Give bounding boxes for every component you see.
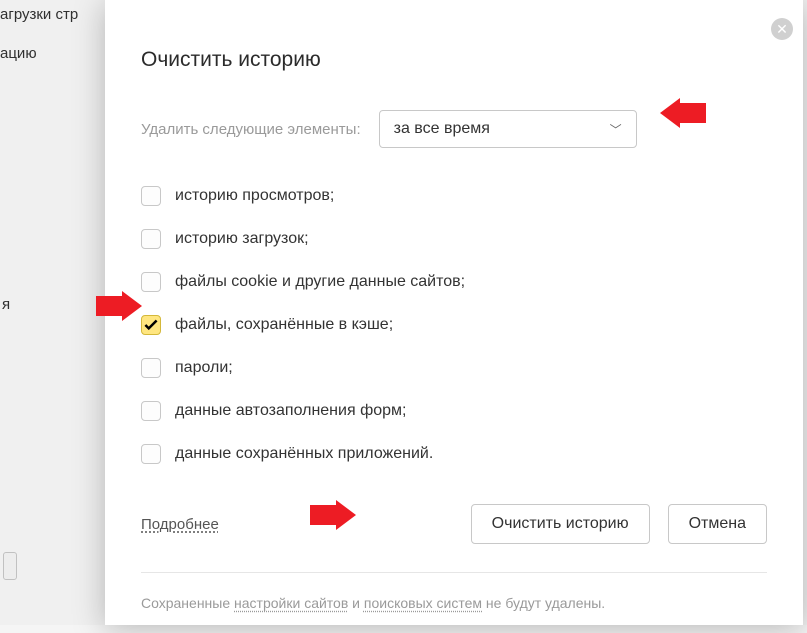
checkbox-autofill[interactable] — [141, 401, 161, 421]
checkbox-label: данные автозаполнения форм; — [175, 402, 406, 420]
checkbox-browsing-history[interactable] — [141, 186, 161, 206]
checkbox-label: данные сохранённых приложений. — [175, 445, 433, 463]
cancel-button[interactable]: Отмена — [668, 504, 767, 544]
checkbox-row-cache: файлы, сохранённые в кэше; — [141, 315, 767, 335]
checkbox-label: файлы, сохранённые в кэше; — [175, 316, 393, 334]
dialog-title: Очистить историю — [141, 48, 767, 72]
checkbox-row-browsing-history: историю просмотров; — [141, 186, 767, 206]
checkbox-row-passwords: пароли; — [141, 358, 767, 378]
checkbox-cache[interactable] — [141, 315, 161, 335]
checkbox-label: историю просмотров; — [175, 187, 334, 205]
checkbox-download-history[interactable] — [141, 229, 161, 249]
footer-link-site-settings[interactable]: настройки сайтов — [234, 595, 348, 611]
time-range-label: Удалить следующие элементы: — [141, 121, 361, 138]
checkbox-label: файлы cookie и другие данные сайтов; — [175, 273, 465, 291]
chevron-down-icon: ﹀ — [610, 121, 622, 138]
close-button[interactable]: ✕ — [771, 18, 793, 40]
checkbox-list: историю просмотров; историю загрузок; фа… — [141, 186, 767, 464]
clear-history-button[interactable]: Очистить историю — [471, 504, 650, 544]
checkbox-label: историю загрузок; — [175, 230, 309, 248]
time-range-value: за все время — [394, 120, 490, 138]
checkbox-row-download-history: историю загрузок; — [141, 229, 767, 249]
checkbox-row-cookies: файлы cookie и другие данные сайтов; — [141, 272, 767, 292]
checkbox-row-autofill: данные автозаполнения форм; — [141, 401, 767, 421]
close-icon: ✕ — [776, 22, 788, 36]
clear-history-dialog: ✕ Очистить историю Удалить следующие эле… — [105, 0, 803, 625]
more-link[interactable]: Подробнее — [141, 516, 219, 533]
checkbox-passwords[interactable] — [141, 358, 161, 378]
checkbox-cookies[interactable] — [141, 272, 161, 292]
checkbox-row-app-data: данные сохранённых приложений. — [141, 444, 767, 464]
time-range-select[interactable]: за все время ﹀ — [379, 110, 637, 148]
footer-link-search-engines[interactable]: поисковых систем — [364, 595, 482, 611]
checkbox-app-data[interactable] — [141, 444, 161, 464]
footer-note: Сохраненные настройки сайтов и поисковых… — [141, 573, 767, 633]
checkbox-label: пароли; — [175, 359, 233, 377]
